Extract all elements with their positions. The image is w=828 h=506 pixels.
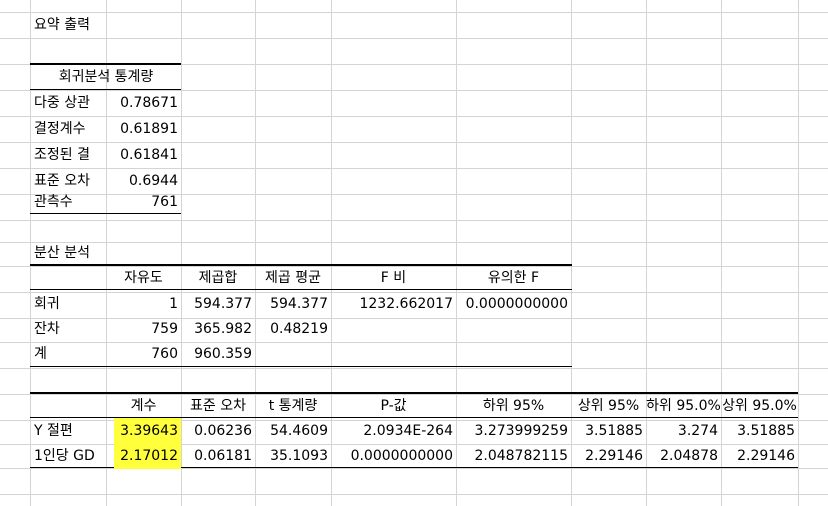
anova-row-label: 계 bbox=[34, 346, 47, 362]
anova-cell: 365.982 bbox=[194, 321, 252, 337]
gridline bbox=[798, 0, 799, 506]
spreadsheet-grid[interactable]: 요약 출력 회귀분석 통계량 다중 상관 0.78671 결정계수 0.6189… bbox=[0, 0, 828, 506]
stat-label: 결정계수 bbox=[34, 121, 86, 137]
anova-cell: 1 bbox=[169, 296, 178, 312]
anova-row-label: 회귀 bbox=[34, 296, 60, 312]
coef-header: 하위 95% bbox=[482, 398, 545, 414]
coef-cell: 0.06236 bbox=[194, 423, 252, 439]
anova-cell: 760 bbox=[151, 346, 178, 362]
anova-header: 자유도 bbox=[124, 270, 163, 286]
coef-cell: 0.06181 bbox=[194, 448, 252, 464]
coef-header: 표준 오차 bbox=[190, 398, 246, 414]
anova-cell: 0.48219 bbox=[270, 321, 328, 337]
coef-cell: 2.048782115 bbox=[474, 448, 568, 464]
gridline bbox=[0, 38, 828, 39]
coef-cell: 3.274 bbox=[677, 423, 718, 439]
coef-header: t 통계량 bbox=[268, 398, 318, 414]
coef-cell: 35.1093 bbox=[270, 448, 328, 464]
summary-title: 요약 출력 bbox=[34, 17, 90, 33]
anova-header: 유의한 F bbox=[487, 270, 540, 286]
stat-label: 관측수 bbox=[34, 194, 73, 210]
coef-cell-highlighted: 3.39643 bbox=[114, 418, 181, 444]
anova-header: 제곱합 bbox=[198, 270, 238, 286]
coef-cell: 2.29146 bbox=[585, 448, 643, 464]
stat-label: 다중 상관 bbox=[34, 95, 90, 111]
coef-cell: 3.273999259 bbox=[474, 423, 568, 439]
anova-title: 분산 분석 bbox=[34, 245, 90, 261]
coef-cell: 3.51885 bbox=[737, 423, 795, 439]
coef-cell: 54.4609 bbox=[270, 423, 328, 439]
coef-cell-highlighted: 2.17012 bbox=[114, 443, 181, 469]
gridline bbox=[0, 368, 828, 369]
gridline bbox=[0, 220, 828, 221]
coef-header: 상위 95.0% bbox=[722, 398, 797, 414]
anova-cell: 594.377 bbox=[270, 296, 328, 312]
anova-cell: 594.377 bbox=[194, 296, 252, 312]
gridline bbox=[0, 494, 828, 495]
stat-value: 0.61891 bbox=[120, 121, 178, 137]
coef-cell: 3.51885 bbox=[585, 423, 643, 439]
stat-value: 0.61841 bbox=[120, 147, 178, 163]
coef-header: 상위 95% bbox=[577, 398, 640, 414]
coef-cell: 0.0000000000 bbox=[350, 448, 453, 464]
anova-cell: 759 bbox=[151, 321, 178, 337]
anova-cell: 0.0000000000 bbox=[465, 296, 568, 312]
anova-cell: 1232.662017 bbox=[359, 296, 453, 312]
coef-cell: 2.04878 bbox=[660, 448, 718, 464]
coef-header: 하위 95.0% bbox=[646, 398, 721, 414]
anova-row-label: 잔차 bbox=[34, 321, 60, 337]
stat-label: 조정된 결 bbox=[34, 147, 90, 163]
coef-cell: 2.0934E-264 bbox=[363, 423, 453, 439]
stat-value: 761 bbox=[151, 194, 178, 210]
coef-header: 계수 bbox=[130, 398, 157, 414]
anova-cell: 960.359 bbox=[194, 346, 252, 362]
coef-row-label: Y 절편 bbox=[34, 423, 73, 439]
stat-value: 0.78671 bbox=[120, 95, 178, 111]
anova-header: F 비 bbox=[380, 270, 407, 286]
coef-row-label: 1인당 GD bbox=[34, 448, 95, 464]
anova-header: 제곱 평균 bbox=[265, 270, 321, 286]
regression-stats-header: 회귀분석 통계량 bbox=[58, 69, 154, 85]
coef-header: P-값 bbox=[380, 398, 407, 414]
coef-cell: 2.29146 bbox=[737, 448, 795, 464]
